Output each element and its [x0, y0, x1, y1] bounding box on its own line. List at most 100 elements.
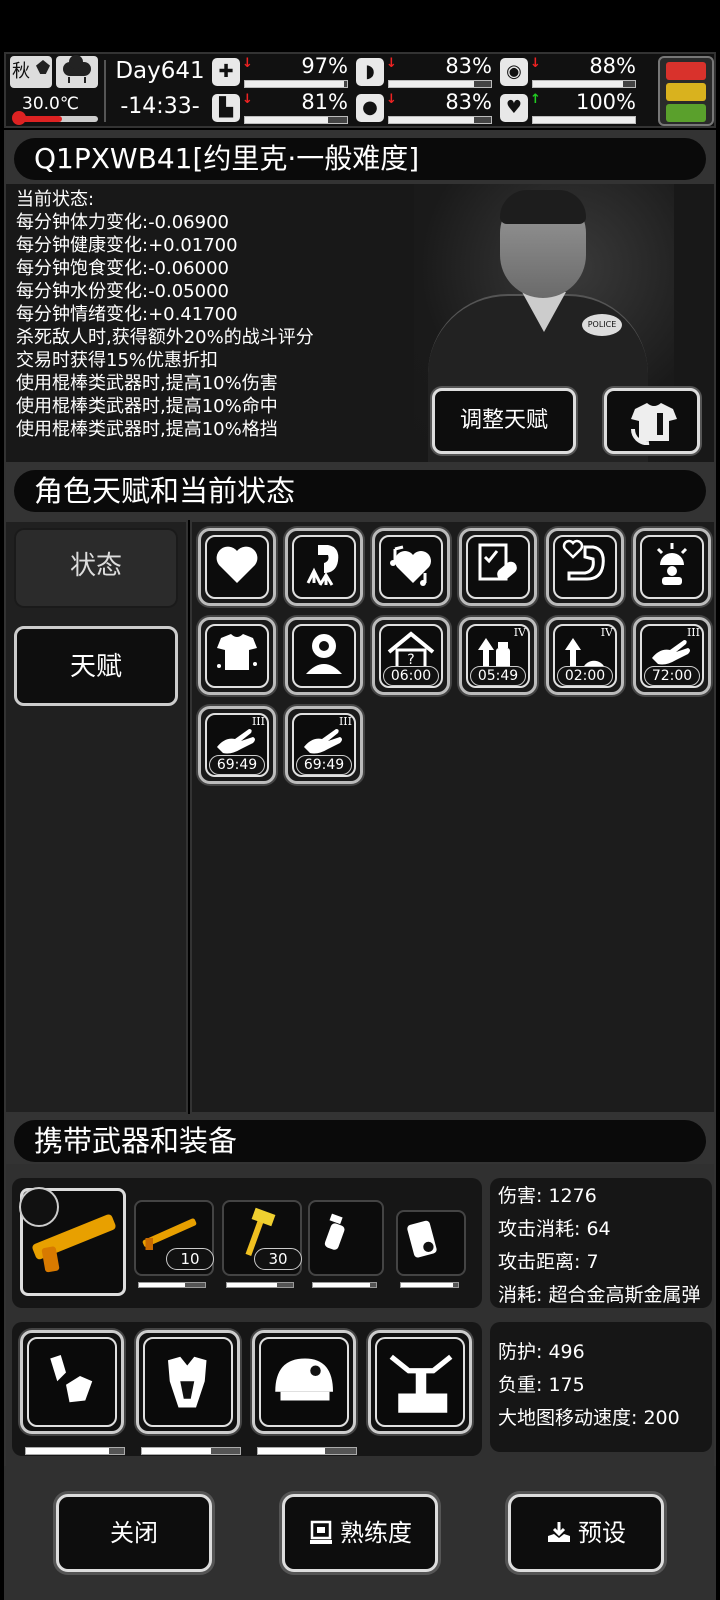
character-header: Q1PXWB41[约里克·一般难度]	[4, 130, 716, 188]
effect-line: 每分钟饱食变化:-0.06000	[16, 258, 229, 279]
effect-line: 使用棍棒类武器时,提高10%格挡	[16, 419, 278, 440]
armor-slot[interactable]	[252, 1330, 357, 1455]
gloves-icon	[50, 1355, 93, 1403]
stomach-growth-icon	[306, 545, 339, 586]
status-effect-slot[interactable]	[285, 528, 363, 606]
status-effect-slot[interactable]: III 69:49	[285, 706, 363, 784]
status-effect-slot[interactable]: IV 02:00	[546, 617, 624, 695]
talent-tabs: 状态 天赋	[4, 520, 188, 1114]
helmet-icon	[275, 1358, 333, 1401]
effect-line: 交易时获得15%优惠折扣	[16, 350, 219, 371]
armor-slot[interactable]	[136, 1330, 241, 1455]
status-effect-slot[interactable]: III 72:00	[633, 617, 711, 695]
spray-mode-icon[interactable]	[19, 1187, 59, 1227]
head-thought-icon	[306, 634, 342, 674]
effect-level: III	[686, 626, 700, 639]
armor-slots	[12, 1322, 482, 1456]
durability-bar	[226, 1282, 295, 1288]
temperature-value: 30.0℃	[22, 94, 79, 114]
preset-button[interactable]: 预设	[508, 1494, 664, 1572]
arrow-down-icon: ↓	[386, 56, 397, 71]
stat-value: 83%	[445, 90, 492, 114]
close-label: 关闭	[110, 1519, 158, 1547]
boot-icon: ▙	[212, 94, 240, 122]
exoskeleton-icon	[389, 1354, 453, 1413]
stat-value: 81%	[301, 90, 348, 114]
weapon-slot[interactable]: 30	[222, 1200, 302, 1288]
season-indicator: 秋	[10, 56, 52, 88]
shirt-swap-icon	[630, 403, 677, 445]
weapon-slot[interactable]	[308, 1200, 384, 1288]
water-drop-icon: ●	[356, 94, 384, 122]
change-outfit-button[interactable]	[604, 388, 700, 454]
effect-level: III	[251, 715, 265, 728]
durability-bar	[400, 1282, 460, 1288]
weapon-stat-line: 消耗: 超合金高斯金属弹	[498, 1284, 701, 1306]
day-counter: Day641	[115, 58, 205, 84]
tab-talent[interactable]: 天赋	[14, 626, 178, 706]
status-effect-slot[interactable]	[198, 617, 276, 695]
armor-slot[interactable]	[368, 1330, 472, 1434]
status-effect-slot[interactable]	[285, 617, 363, 695]
temperature-gauge: 30.0℃	[10, 94, 98, 125]
effect-line: 每分钟体力变化:-0.06900	[16, 212, 229, 233]
status-effect-slot[interactable]: IV 05:49	[459, 617, 537, 695]
equipment-panel: 10 30 伤害: 1276 攻击消耗: 64 攻击距离: 7 消耗: 超合金高斯金属弹…	[4, 1164, 716, 1466]
status-effect-slot[interactable]	[633, 528, 711, 606]
status-effect-slot[interactable]	[372, 528, 450, 606]
effect-line: 使用棍棒类武器时,提高10%命中	[16, 396, 278, 417]
durability-bar	[138, 1282, 207, 1288]
arrow-down-icon: ↓	[530, 56, 541, 71]
stat-bar	[532, 116, 636, 124]
weapon-slot[interactable]	[19, 1187, 126, 1296]
effect-timer: 72:00	[644, 666, 700, 686]
stomach-icon: ◗	[356, 58, 384, 86]
rain-cloud-icon	[56, 55, 98, 88]
stat-stomach: ◗ ↓ 83%	[356, 54, 496, 90]
alarm-person-icon	[656, 543, 688, 585]
tab-status[interactable]: 状态	[14, 528, 178, 608]
medical-report-pill-icon	[478, 543, 517, 581]
status-effect-slot[interactable]	[198, 528, 276, 606]
heart-stomach-icon	[562, 539, 605, 581]
equipment-title: 携带武器和装备	[34, 1124, 238, 1158]
effect-timer: 02:00	[557, 666, 613, 686]
arrow-down-icon: ↓	[242, 92, 253, 107]
stat-mood: ◉ ↓ 88%	[500, 54, 640, 90]
close-button[interactable]: 关闭	[56, 1494, 212, 1572]
status-effect-slot[interactable]: III 69:49	[198, 706, 276, 784]
status-effect-slot[interactable]	[459, 528, 537, 606]
stat-value: 83%	[445, 54, 492, 78]
status-effect-slot[interactable]	[546, 528, 624, 606]
effect-line: 杀死敌人时,获得额外20%的战斗评分	[16, 327, 314, 348]
threat-traffic-light[interactable]	[658, 56, 714, 126]
adjust-talent-button[interactable]: 调整天赋	[432, 388, 576, 454]
preset-icon	[548, 1522, 570, 1542]
armor-slot[interactable]	[20, 1330, 125, 1455]
stat-bar	[532, 80, 636, 88]
effect-level: IV	[513, 626, 526, 639]
weapon-stat-line: 攻击消耗: 64	[498, 1218, 611, 1240]
divider	[104, 60, 106, 122]
preset-label: 预设	[578, 1519, 626, 1547]
effect-timer: 69:49	[296, 755, 352, 775]
effect-line: 每分钟情绪变化:+0.41700	[16, 304, 238, 325]
weapon-stat-line: 伤害: 1276	[498, 1185, 597, 1207]
status-effect-slot[interactable]: ? 06:00	[372, 617, 450, 695]
thermometer-icon	[12, 111, 26, 125]
effects-heading: 当前状态:	[16, 189, 95, 210]
stat-value: 100%	[575, 90, 636, 114]
character-effects-list: 当前状态: 每分钟体力变化:-0.06900 每分钟健康变化:+0.01700 每分钟…	[16, 188, 314, 441]
body-armor-icon	[168, 1356, 207, 1408]
durability-bar	[312, 1282, 377, 1288]
stat-bar	[244, 116, 348, 124]
armor-stat-line: 负重: 175	[498, 1374, 585, 1396]
armor-stat-line: 防护: 496	[498, 1341, 585, 1363]
weapon-slot[interactable]: 10	[134, 1200, 214, 1288]
heart-icon	[216, 546, 258, 583]
proficiency-button[interactable]: 熟练度	[282, 1494, 438, 1572]
leaf-icon	[36, 60, 50, 74]
stat-boot: ▙ ↓ 81%	[212, 90, 352, 126]
game-clock: -14:33-	[120, 94, 200, 119]
weapon-slot[interactable]	[396, 1210, 466, 1288]
